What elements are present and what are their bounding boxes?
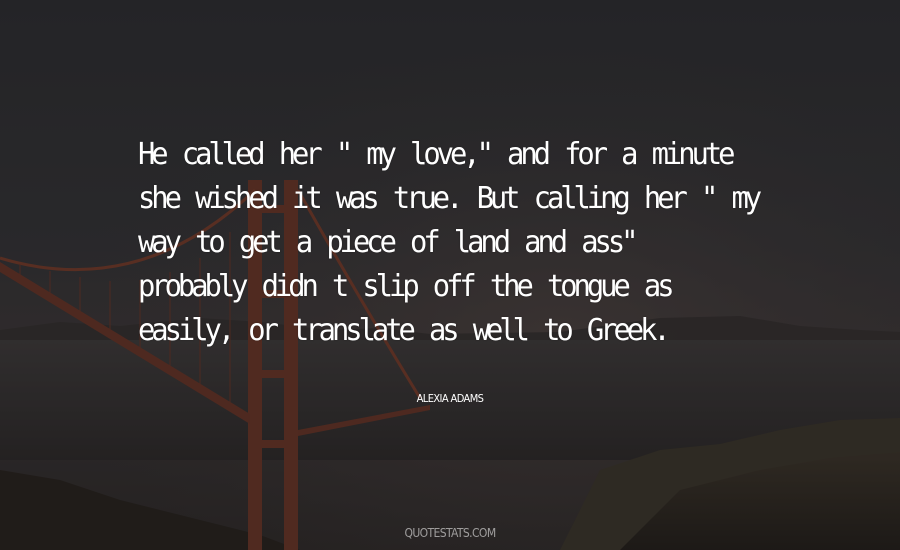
quote-line: probably didn t slip off the tongue as <box>138 269 675 304</box>
quote-line: way to get a piece of land and ass" <box>138 225 639 260</box>
quote-line: He called her " my love," and for a minu… <box>138 137 735 172</box>
site-watermark: QUOTESTATS.COM <box>404 526 496 540</box>
quote-line: easily, or translate as well to Greek. <box>138 313 671 348</box>
quote-image: He called her " my love," and for a minu… <box>0 0 900 550</box>
quote-line: she wished it was true. But calling her … <box>138 181 762 216</box>
quote-author: Alexia Adams <box>416 392 484 405</box>
quote-text: He called her " my love," and for a minu… <box>138 133 810 353</box>
